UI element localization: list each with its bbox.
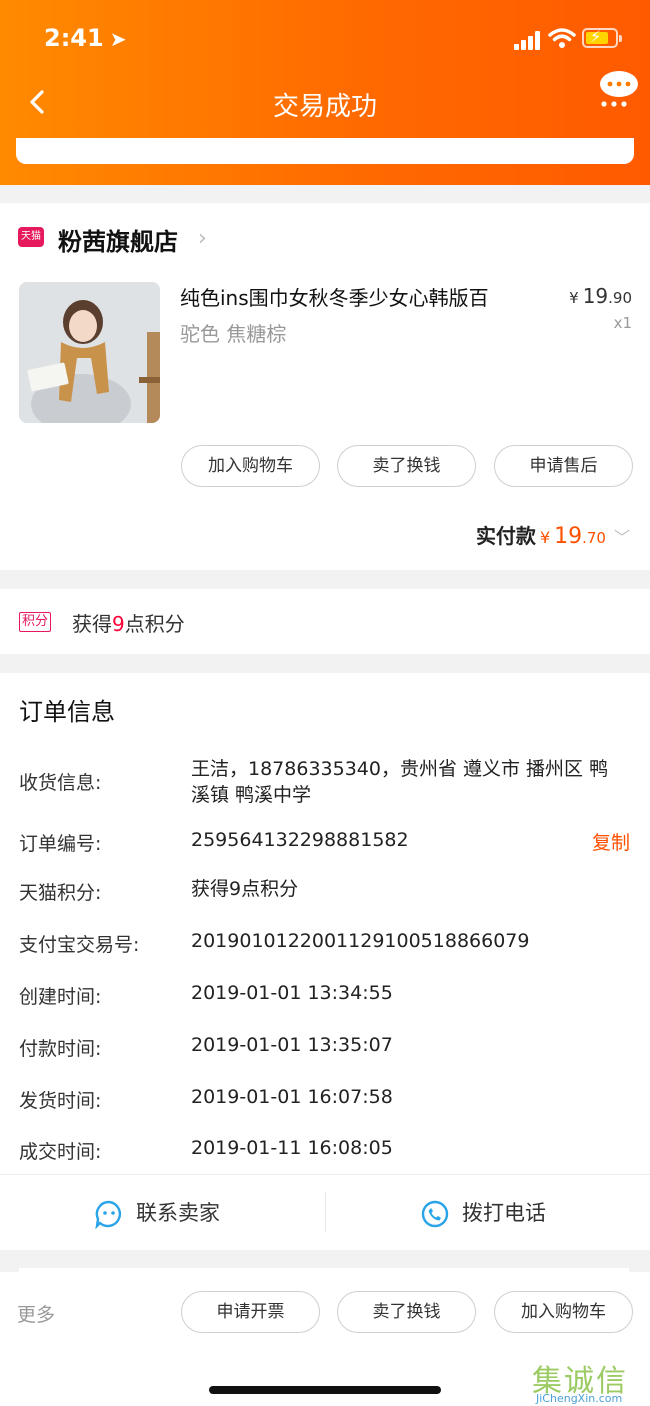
resell-button[interactable]: 卖了换钱 [337,445,476,487]
more-button[interactable]: 更多 [17,1300,55,1327]
chevron-down-icon: ﹀ [613,528,630,547]
paid-amount[interactable]: 实付款 ¥19.70 ﹀ [476,520,630,549]
points-text: 获得9点积分 [72,612,185,636]
created-time-value: 2019-01-01 13:34:55 [191,982,393,1004]
order-number-label: 订单编号: [19,833,102,855]
shipping-label: 收货信息: [19,772,102,794]
add-to-cart-button[interactable]: 加入购物车 [181,445,320,487]
points-badge: 积分 [19,612,52,632]
home-indicator[interactable] [209,1386,441,1394]
shipped-time-value: 2019-01-01 16:07:58 [191,1086,393,1108]
page-title: 交易成功 [272,92,377,122]
shop-name[interactable]: 粉茜旗舰店 [58,222,178,257]
tmall-points-value: 获得9点积分 [191,878,299,900]
chevron-right-icon[interactable]: › [198,226,207,251]
product-image[interactable] [19,282,160,423]
paid-time-label: 付款时间: [19,1038,102,1060]
created-time-label: 创建时间: [19,986,102,1008]
after-sales-button[interactable]: 申请售后 [494,445,633,487]
status-time: 2:41 ➤ [44,24,127,52]
wifi-icon [548,28,576,48]
deal-time-label: 成交时间: [19,1141,102,1163]
shipped-time-label: 发货时间: [19,1090,102,1112]
alipay-trade-label: 支付宝交易号: [19,934,140,956]
shipping-value: 王洁，18786335340，贵州省 遵义市 播州区 鸭溪镇 鸭溪中学 [191,758,609,806]
contact-seller-button[interactable]: 联系卖家 [94,1197,220,1229]
paid-time-value: 2019-01-01 13:35:07 [191,1034,393,1056]
phone-icon [421,1200,449,1228]
tmall-icon: 天猫 [18,227,44,247]
deal-time-value: 2019-01-11 16:08:05 [191,1137,393,1159]
chat-face-icon [95,1200,122,1229]
signal-icon [514,30,542,50]
divider [0,1174,650,1175]
divider [325,1192,326,1232]
product-quantity: x1 [613,314,632,332]
copy-button[interactable]: 复制 [592,828,630,855]
order-info-title: 订单信息 [19,698,115,726]
bottom-bar-edge [19,1268,629,1272]
resell-button[interactable]: 卖了换钱 [337,1291,476,1333]
product-price: ¥19.90 [569,284,632,308]
message-bubble-icon[interactable] [598,70,640,110]
call-phone-button[interactable]: 拨打电话 [420,1197,546,1229]
request-invoice-button[interactable]: 申请开票 [181,1291,320,1333]
product-title[interactable]: 纯色ins围巾女秋冬季少女心韩版百 [180,282,489,311]
battery-icon: ⚡ [582,27,622,48]
location-arrow-icon: ➤ [109,27,127,51]
product-sku: 驼色 焦糖棕 [180,322,287,346]
tmall-points-label: 天猫积分: [19,882,102,904]
alipay-trade-value: 2019010122001129100518866079 [191,930,530,952]
logistics-card-edge [16,138,634,164]
add-to-cart-button[interactable]: 加入购物车 [494,1291,633,1333]
order-number-value: 259564132298881582 [191,829,409,851]
watermark-logo: 集诚信 JiChengXin.com [532,1364,628,1405]
